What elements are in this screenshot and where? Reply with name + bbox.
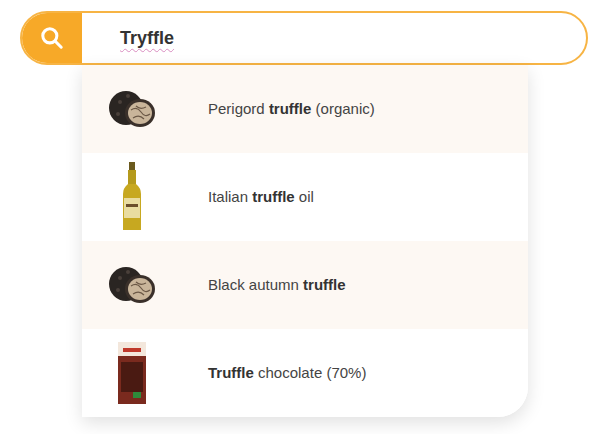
- suggestion-row[interactable]: Black autumn truffle: [82, 241, 528, 329]
- suggestion-row[interactable]: Italian truffle oil: [82, 153, 528, 241]
- suggestion-label: Black autumn truffle: [182, 274, 362, 297]
- search-text: Tryffle: [120, 25, 174, 52]
- truffle-icon: [106, 86, 158, 132]
- product-image: [82, 86, 182, 132]
- chocolate-bar-icon: [117, 342, 147, 404]
- search-button[interactable]: [22, 13, 82, 63]
- suggestion-row[interactable]: Perigord truffle (organic): [82, 65, 528, 153]
- search-bar[interactable]: Tryffle: [20, 11, 588, 65]
- oil-bottle-icon: [120, 162, 144, 232]
- truffle-icon: [106, 262, 158, 308]
- suggestion-list: Perigord truffle (organic) Italian truffl…: [82, 65, 528, 417]
- search-input[interactable]: Tryffle: [82, 13, 174, 63]
- product-image: [82, 162, 182, 232]
- search-icon: [39, 25, 65, 51]
- product-image: [82, 262, 182, 308]
- page: Tryffle Perigord truffle (organic) Italian…: [0, 0, 608, 434]
- suggestion-label: Truffle chocolate (70%): [182, 362, 382, 385]
- suggestion-row[interactable]: Truffle chocolate (70%): [82, 329, 528, 417]
- suggestion-label: Perigord truffle (organic): [182, 98, 391, 121]
- product-image: [82, 342, 182, 404]
- suggestion-label: Italian truffle oil: [182, 186, 330, 209]
